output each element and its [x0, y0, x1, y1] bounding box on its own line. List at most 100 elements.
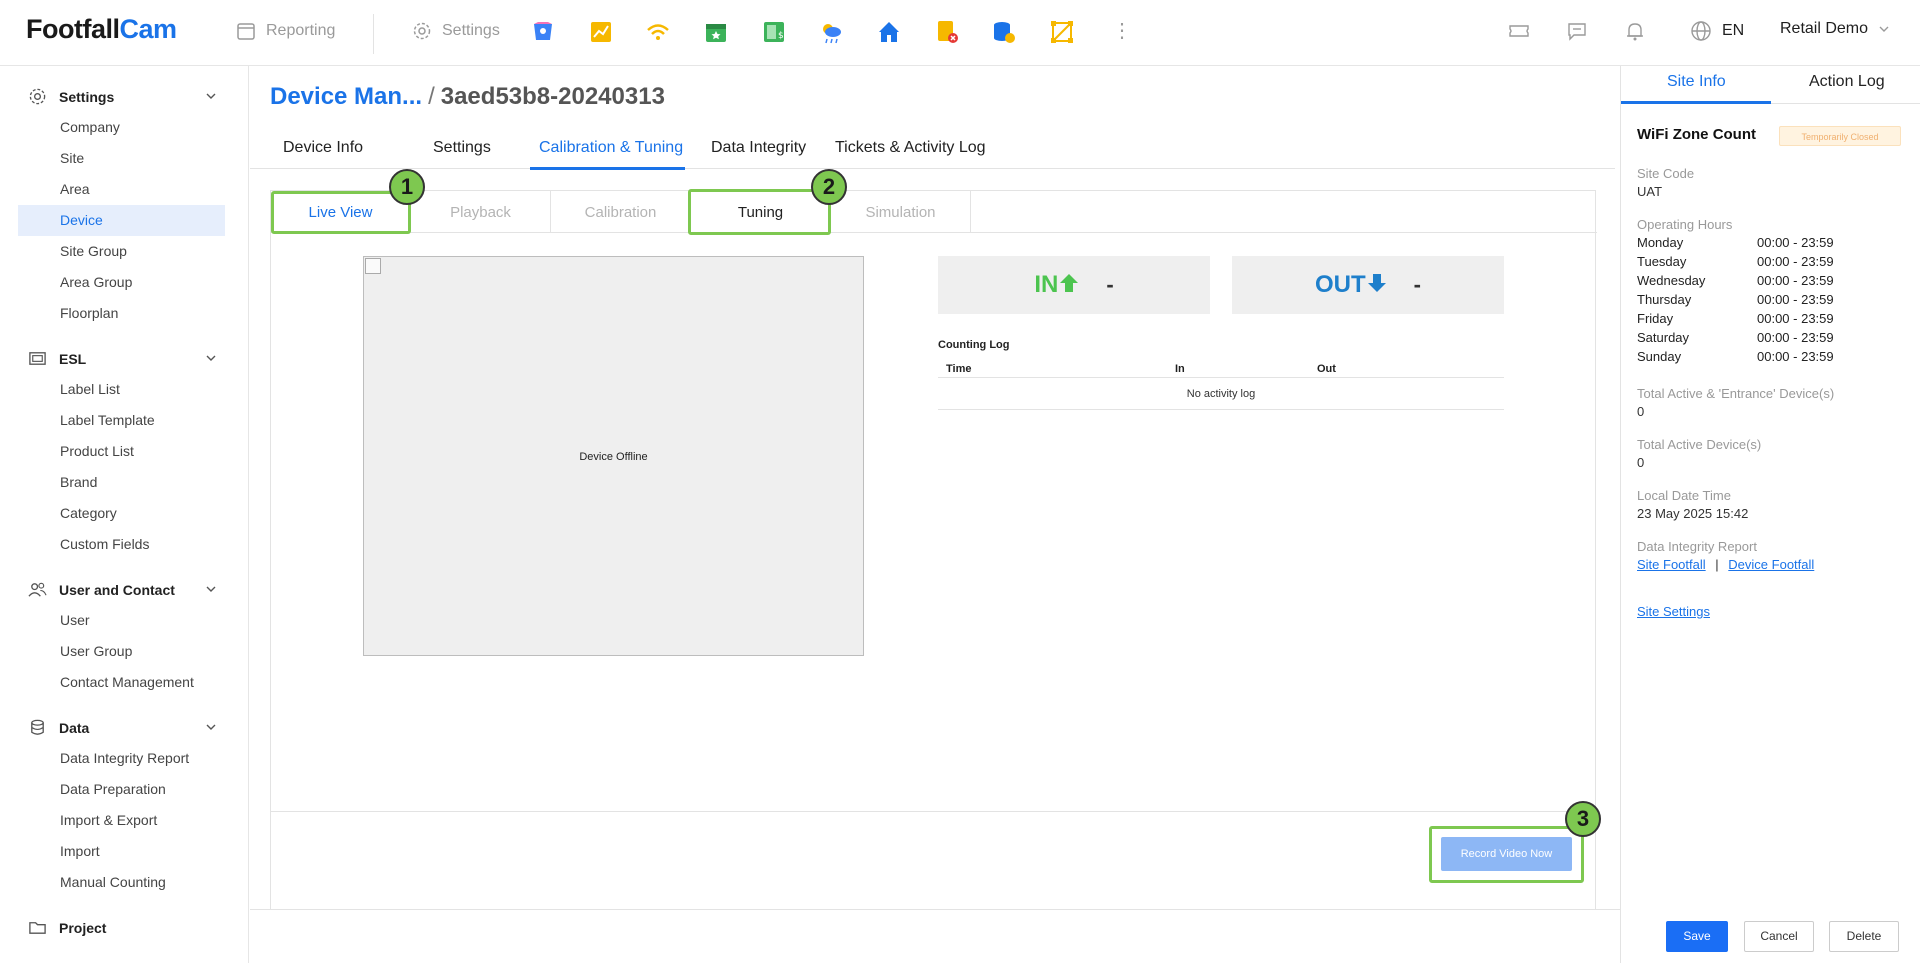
save-button[interactable]: Save	[1666, 921, 1728, 952]
counting-log-empty: No activity log	[938, 378, 1504, 410]
home-icon[interactable]	[876, 19, 902, 45]
out-label: OUT	[1315, 271, 1388, 299]
settings-label: Settings	[442, 22, 500, 39]
sidebar-item-data-preparation[interactable]: Data Preparation	[18, 774, 225, 805]
sidebar-item-data-integrity-report[interactable]: Data Integrity Report	[18, 743, 225, 774]
tab-data-integrity[interactable]: Data Integrity	[711, 139, 806, 157]
site-settings-link[interactable]: Site Settings	[1637, 604, 1710, 619]
alert-document-icon[interactable]	[934, 19, 960, 45]
database-outline-icon	[31, 719, 44, 735]
site-footfall-link[interactable]: Site Footfall	[1637, 557, 1706, 572]
sidebar-group-data[interactable]: Data	[0, 712, 248, 743]
sidebar-item-company[interactable]: Company	[18, 112, 225, 143]
sidebar-item-import-export[interactable]: Import & Export	[18, 805, 225, 836]
tab-action-log[interactable]: Action Log	[1809, 73, 1885, 91]
sidebar-group-user-and-contact[interactable]: User and Contact	[0, 574, 248, 605]
chart-icon[interactable]	[588, 19, 614, 45]
sidebar-group-project[interactable]: Project	[0, 912, 248, 943]
bell-icon[interactable]	[1624, 20, 1646, 42]
breadcrumb-device-management[interactable]: Device Man...	[270, 83, 422, 110]
hours-row: Monday 00:00 - 23:59	[1637, 235, 1834, 250]
panel-divider	[271, 811, 1597, 812]
tab-device-info[interactable]: Device Info	[283, 139, 363, 157]
ticket-icon[interactable]	[1508, 20, 1530, 42]
hours-row: Saturday 00:00 - 23:59	[1637, 330, 1834, 345]
subtab-calibration[interactable]: Calibration	[551, 191, 691, 233]
sidebar-item-label-list[interactable]: Label List	[18, 374, 225, 405]
sidebar-item-floorplan[interactable]: Floorplan	[18, 298, 225, 329]
sidebar-item-product-list[interactable]: Product List	[18, 436, 225, 467]
in-label: IN	[1034, 271, 1080, 299]
wifi-icon[interactable]	[645, 19, 671, 45]
data-integrity-links: Site Footfall | Device Footfall	[1637, 557, 1907, 572]
total-active-value: 0	[1637, 455, 1645, 470]
nav-divider	[373, 14, 374, 54]
more-vertical-icon[interactable]: ⋮	[1112, 18, 1132, 43]
delete-button[interactable]: Delete	[1829, 921, 1899, 952]
gear-icon	[29, 88, 46, 105]
svg-text:$: $	[778, 31, 784, 41]
arrow-up-icon	[1060, 274, 1079, 292]
tab-site-info[interactable]: Site Info	[1667, 73, 1726, 91]
tab-settings[interactable]: Settings	[433, 139, 491, 157]
tab-tickets-activity-log[interactable]: Tickets & Activity Log	[835, 139, 986, 157]
sidebar-item-brand[interactable]: Brand	[18, 467, 225, 498]
step-badge-2: 2	[811, 169, 847, 205]
column-out: Out	[1317, 363, 1336, 375]
sales-icon[interactable]: $	[761, 19, 787, 45]
calibration-panel: Live View Playback Calibration Tuning Si…	[270, 169, 1601, 963]
top-bar: FootfallCam Reporting Settings $ ⋮ EN Re…	[0, 0, 1920, 66]
in-counter: IN -	[938, 256, 1210, 314]
hours-row: Sunday 00:00 - 23:59	[1637, 349, 1834, 364]
sidebar-group-label: User and Contact	[59, 581, 175, 598]
language-selector[interactable]: EN	[1690, 20, 1744, 42]
local-time-label: Local Date Time	[1637, 488, 1731, 503]
record-video-button[interactable]: Record Video Now	[1441, 837, 1572, 871]
highlight-live-view	[271, 191, 411, 234]
cancel-button[interactable]: Cancel	[1744, 921, 1814, 952]
in-value: -	[1106, 272, 1114, 297]
sidebar-group-settings[interactable]: Settings	[0, 81, 248, 112]
user-menu[interactable]: Retail Demo	[1780, 20, 1890, 38]
calendar-outline-icon	[237, 23, 255, 40]
people-counter-icon[interactable]	[530, 19, 556, 45]
footfallcam-logo[interactable]: FootfallCam	[26, 14, 177, 45]
chevron-down-icon	[206, 724, 216, 730]
chat-icon[interactable]	[1566, 20, 1588, 42]
site-info-body: WiFi Zone Count Temporarily Closed Site …	[1637, 126, 1907, 619]
calendar-icon[interactable]	[703, 19, 729, 45]
sidebar-item-device[interactable]: Device	[18, 205, 225, 236]
device-footfall-link[interactable]: Device Footfall	[1728, 557, 1814, 572]
sidebar-item-user-group[interactable]: User Group	[18, 636, 225, 667]
sidebar-item-label-template[interactable]: Label Template	[18, 405, 225, 436]
subtab-simulation[interactable]: Simulation	[831, 191, 971, 233]
chevron-down-icon	[1879, 26, 1889, 32]
local-time-value: 23 May 2025 15:42	[1637, 506, 1749, 521]
reporting-nav-button[interactable]: Reporting	[236, 21, 335, 41]
sidebar-group-esl[interactable]: ESL	[0, 343, 248, 374]
counting-log-title: Counting Log	[938, 339, 1010, 351]
database-icon[interactable]	[991, 19, 1017, 45]
active-tab-indicator	[530, 167, 685, 170]
step-badge-3: 3	[1565, 801, 1601, 837]
settings-nav-button[interactable]: Settings	[412, 21, 500, 41]
out-value: -	[1413, 272, 1421, 297]
sidebar-item-category[interactable]: Category	[18, 498, 225, 529]
sidebar-item-area-group[interactable]: Area Group	[18, 267, 225, 298]
main-content: Device Man.../3aed53b8-20240313 Device I…	[250, 66, 1620, 963]
subtab-playback[interactable]: Playback	[411, 191, 551, 233]
sidebar-item-manual-counting[interactable]: Manual Counting	[18, 867, 225, 898]
transform-icon[interactable]	[1049, 19, 1075, 45]
data-integrity-label: Data Integrity Report	[1637, 539, 1757, 554]
sidebar-item-contact-management[interactable]: Contact Management	[18, 667, 225, 698]
sidebar-item-site-group[interactable]: Site Group	[18, 236, 225, 267]
sidebar-item-custom-fields[interactable]: Custom Fields	[18, 529, 225, 560]
device-offline-message: Device Offline	[579, 451, 648, 463]
sidebar-item-import[interactable]: Import	[18, 836, 225, 867]
hours-row: Thursday 00:00 - 23:59	[1637, 292, 1834, 307]
sidebar-item-site[interactable]: Site	[18, 143, 225, 174]
sidebar-item-user[interactable]: User	[18, 605, 225, 636]
tab-calibration-tuning[interactable]: Calibration & Tuning	[539, 139, 683, 157]
sidebar-item-area[interactable]: Area	[18, 174, 225, 205]
weather-icon[interactable]	[818, 19, 844, 45]
